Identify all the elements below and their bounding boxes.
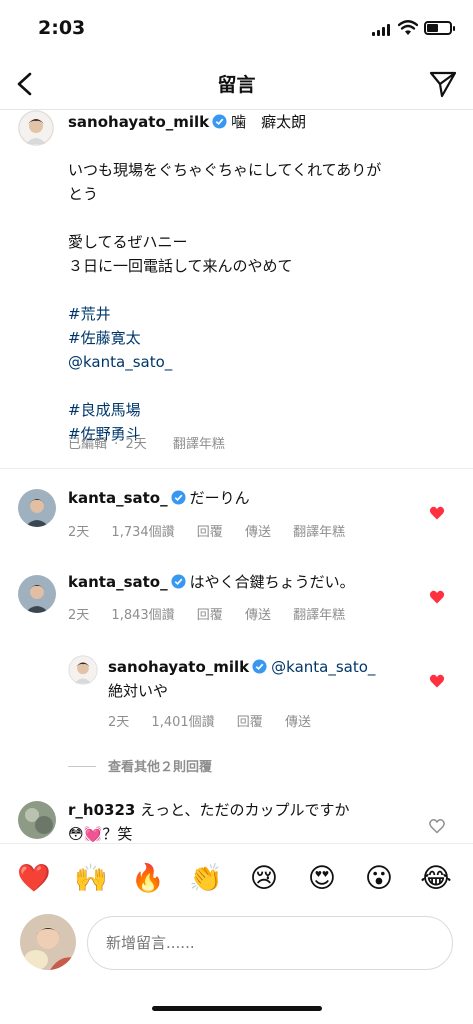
comment-avatar[interactable] (18, 801, 56, 839)
post-caption: sanohayato_milk 噛 癖太朗 いつも現場をぐちゃぐちゃにしてくれてあ… (68, 110, 458, 446)
caption-line: 愛してるぜハニー (68, 233, 188, 251)
comment-meta: 2天 1,734個讚 回覆 傳送 翻譯年糕 (68, 521, 363, 540)
reply-username[interactable]: sanohayato_milk (108, 658, 249, 676)
like-count[interactable]: 1,401個讚 (151, 715, 214, 730)
emoji-cry-button[interactable]: 😢 (247, 862, 281, 896)
edited-label: 已編輯 (68, 437, 108, 452)
comment-avatar[interactable] (18, 575, 56, 613)
avatar-photo-icon (20, 914, 76, 970)
emoji-surprised-button[interactable]: 😮 (362, 862, 396, 896)
status-time: 2:03 (38, 17, 86, 39)
avatar-photo-icon (18, 489, 56, 527)
caption-line: ３日に一回電話して来んのやめて (68, 257, 293, 275)
hashtag-link[interactable]: #佐藤寛太 (68, 326, 458, 350)
comment-composer (0, 910, 473, 980)
heart-filled-icon[interactable] (429, 673, 445, 689)
caption-name-suffix: 噛 癖太朗 (231, 113, 307, 131)
send-button[interactable]: 傳送 (285, 715, 311, 730)
page-title: 留言 (217, 74, 256, 96)
emoji-fire-button[interactable]: 🔥 (131, 862, 165, 896)
heart-filled-icon[interactable] (429, 505, 445, 521)
mention-link[interactable]: @kanta_sato_ (271, 658, 375, 676)
caption-age: 2天 (125, 437, 147, 452)
comment-text: kanta_sato_ だーりん (68, 486, 250, 510)
send-button[interactable]: 傳送 (245, 608, 271, 623)
caption-line: いつも現場をぐちゃぐちゃにしてくれてありが (68, 161, 382, 179)
comment-username[interactable]: kanta_sato_ (68, 489, 168, 507)
comments-header: 留言 (0, 58, 473, 110)
reply-button[interactable]: 回覆 (197, 608, 223, 623)
divider-line (68, 766, 96, 767)
avatar-photo-icon (68, 655, 98, 685)
avatar-photo-icon (18, 801, 56, 839)
battery-icon (424, 21, 455, 35)
comment-text: r_h0323 えっと、ただのカップルですか 😳💓？笑 (68, 798, 408, 846)
send-button[interactable]: 傳送 (245, 525, 271, 540)
reply-meta: 2天 1,401個讚 回覆 傳送 (108, 711, 329, 730)
heart-filled-icon[interactable] (429, 589, 445, 605)
reply-avatar[interactable] (68, 655, 98, 685)
status-bar: 2:03 (0, 0, 473, 58)
avatar-photo-icon (18, 575, 56, 613)
paper-plane-icon[interactable] (427, 68, 459, 100)
translate-button[interactable]: 翻譯年糕 (293, 525, 345, 540)
comment-body: えっと、ただのカップルですか (140, 801, 350, 819)
meta-dot: · (114, 437, 119, 452)
emoji-clap-button[interactable]: 👏 (189, 862, 223, 896)
translate-button[interactable]: 翻譯年糕 (173, 437, 225, 452)
hashtag-link[interactable]: #良成馬場 (68, 398, 458, 422)
verified-badge-icon (171, 490, 186, 505)
caption-meta: 已編輯 · 2天 翻譯年糕 (68, 433, 243, 452)
wifi-icon (398, 20, 418, 35)
like-count[interactable]: 1,734個讚 (111, 525, 174, 540)
verified-badge-icon (171, 574, 186, 589)
home-indicator (152, 1006, 322, 1011)
heart-emoji: 💓 (83, 825, 103, 843)
caption-username[interactable]: sanohayato_milk (68, 113, 209, 131)
emoji-joy-button[interactable]: 😂 (419, 862, 453, 896)
reply-text: sanohayato_milk @kanta_sato_ 絶対いや (108, 655, 408, 703)
reply-button[interactable]: 回覆 (197, 525, 223, 540)
like-count[interactable]: 1,843個讚 (111, 608, 174, 623)
caption-line: とう (68, 185, 99, 203)
comment-text: kanta_sato_ はやく合鍵ちょうだい。 (68, 570, 355, 594)
emoji-quick-bar: ❤️ 🙌 🔥 👏 😢 😍 😮 😂 (0, 843, 473, 915)
emoji-heart-button[interactable]: ❤️ (17, 862, 51, 896)
view-more-replies-button[interactable]: 查看其他２則回覆 (68, 756, 212, 775)
comment-meta: 2天 1,843個讚 回覆 傳送 翻譯年糕 (68, 604, 363, 623)
heart-outline-icon[interactable] (429, 818, 445, 834)
signal-icon (372, 24, 392, 36)
caption-avatar[interactable] (18, 110, 54, 146)
comment-body: はやく合鍵ちょうだい。 (189, 573, 355, 591)
current-user-avatar (20, 914, 76, 970)
verified-badge-icon (212, 114, 227, 129)
emoji-heart-eyes-button[interactable]: 😍 (305, 862, 339, 896)
verified-badge-icon (252, 659, 267, 674)
translate-button[interactable]: 翻譯年糕 (293, 608, 345, 623)
comment-age: 2天 (68, 525, 90, 540)
add-comment-input[interactable] (87, 916, 453, 970)
reply-body: 絶対いや (108, 682, 169, 700)
reply-button[interactable]: 回覆 (237, 715, 263, 730)
comment-age: 2天 (68, 608, 90, 623)
flushed-emoji: 😳 (68, 825, 84, 843)
reply-age: 2天 (108, 715, 130, 730)
divider (0, 468, 473, 469)
comment-avatar[interactable] (18, 489, 56, 527)
comment-username[interactable]: r_h0323 (68, 801, 135, 819)
comment-username[interactable]: kanta_sato_ (68, 573, 168, 591)
comment-body-line2: ？笑 (102, 825, 133, 843)
view-more-replies-label: 查看其他２則回覆 (108, 760, 213, 775)
avatar-photo-icon (18, 110, 54, 146)
mention-link[interactable]: @kanta_sato_ (68, 350, 458, 374)
hashtag-link[interactable]: #荒井 (68, 302, 458, 326)
emoji-raised-hands-button[interactable]: 🙌 (74, 862, 108, 896)
comment-body: だーりん (189, 489, 250, 507)
